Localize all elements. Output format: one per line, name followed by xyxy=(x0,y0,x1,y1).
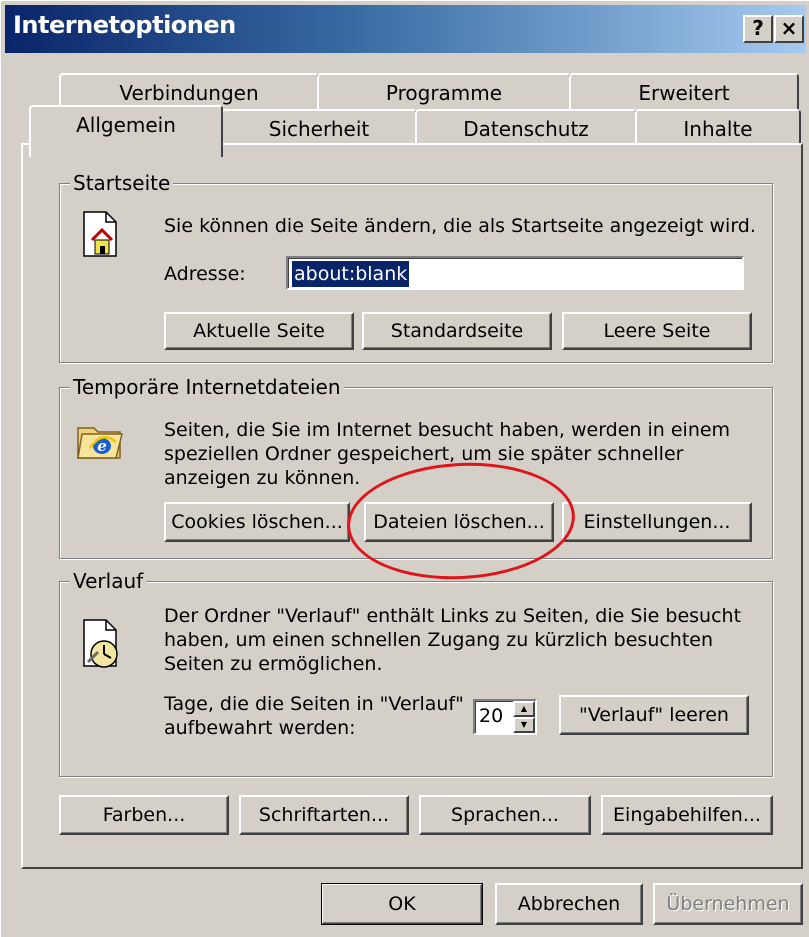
startseite-group: Startseite Sie können die Seite ändern, … xyxy=(59,171,773,363)
window-title: Internetoptionen xyxy=(13,11,236,39)
history-clock-icon xyxy=(83,619,118,668)
history-description-line-2: haben, um einen schnellen Zugang zu kürz… xyxy=(164,629,714,651)
temp-files-group: Temporäre Internetdateien e Seiten, die … xyxy=(59,375,773,559)
temp-files-legend: Temporäre Internetdateien xyxy=(70,375,344,399)
history-description-line-1: Der Ordner "Verlauf" enthält Links zu Se… xyxy=(164,605,742,627)
temp-files-description-line-1: Seiten, die Sie im Internet besucht habe… xyxy=(164,419,731,441)
help-button[interactable]: ? xyxy=(743,15,773,43)
startseite-legend: Startseite xyxy=(70,171,174,195)
settings-button[interactable]: Einstellungen... xyxy=(562,502,752,542)
history-legend: Verlauf xyxy=(70,569,147,593)
days-label-line-2: aufbewahrt werden: xyxy=(164,717,356,739)
days-value: 20 xyxy=(479,705,504,727)
home-page-icon xyxy=(83,211,117,257)
languages-button[interactable]: Sprachen... xyxy=(419,795,591,835)
delete-cookies-button[interactable]: Cookies löschen... xyxy=(164,502,350,542)
address-label: Adresse: xyxy=(164,263,246,285)
tab-allgemein[interactable]: Allgemein xyxy=(29,105,223,157)
tab-programme[interactable]: Programme xyxy=(317,73,571,113)
spin-up-icon[interactable]: ▲ xyxy=(513,701,535,717)
close-button[interactable]: × xyxy=(774,15,804,43)
apply-button[interactable]: Übernehmen xyxy=(653,883,803,925)
spin-down-icon[interactable]: ▼ xyxy=(513,717,535,733)
address-value: about:blank xyxy=(292,261,410,287)
temp-files-description-line-2: speziellen Ordner gespeichert, um sie sp… xyxy=(164,443,684,465)
internet-options-window: Internetoptionen ? × Verbindungen Progra… xyxy=(0,0,809,937)
tab-erweitert[interactable]: Erweitert xyxy=(569,73,799,113)
address-input[interactable]: about:blank xyxy=(286,256,744,290)
clear-history-button[interactable]: "Verlauf" leeren xyxy=(559,695,749,735)
tab-panel-allgemein: Startseite Sie können die Seite ändern, … xyxy=(21,143,803,869)
ie-folder-icon: e xyxy=(77,427,123,459)
default-page-button[interactable]: Standardseite xyxy=(362,312,552,350)
history-description-line-3: Seiten zu ermöglichen. xyxy=(164,653,383,675)
fonts-button[interactable]: Schriftarten... xyxy=(239,795,409,835)
temp-files-description-line-3: anzeigen zu können. xyxy=(164,467,361,489)
delete-files-button[interactable]: Dateien löschen... xyxy=(364,502,554,542)
colors-button[interactable]: Farben... xyxy=(59,795,229,835)
cancel-button[interactable]: Abbrechen xyxy=(495,883,643,925)
accessibility-button[interactable]: Eingabehilfen... xyxy=(601,795,773,835)
days-label-line-1: Tage, die die Seiten in "Verlauf" xyxy=(164,693,464,715)
startseite-description: Sie können die Seite ändern, die als Sta… xyxy=(164,215,756,237)
title-bar: Internetoptionen ? × xyxy=(5,5,806,53)
ok-button[interactable]: OK xyxy=(321,883,483,925)
current-page-button[interactable]: Aktuelle Seite xyxy=(164,312,354,350)
blank-page-button[interactable]: Leere Seite xyxy=(562,312,752,350)
history-group: Verlauf Der Ordner "Verlauf" enthält Lin… xyxy=(59,569,773,777)
days-spinner[interactable]: ▲ ▼ xyxy=(513,701,535,733)
